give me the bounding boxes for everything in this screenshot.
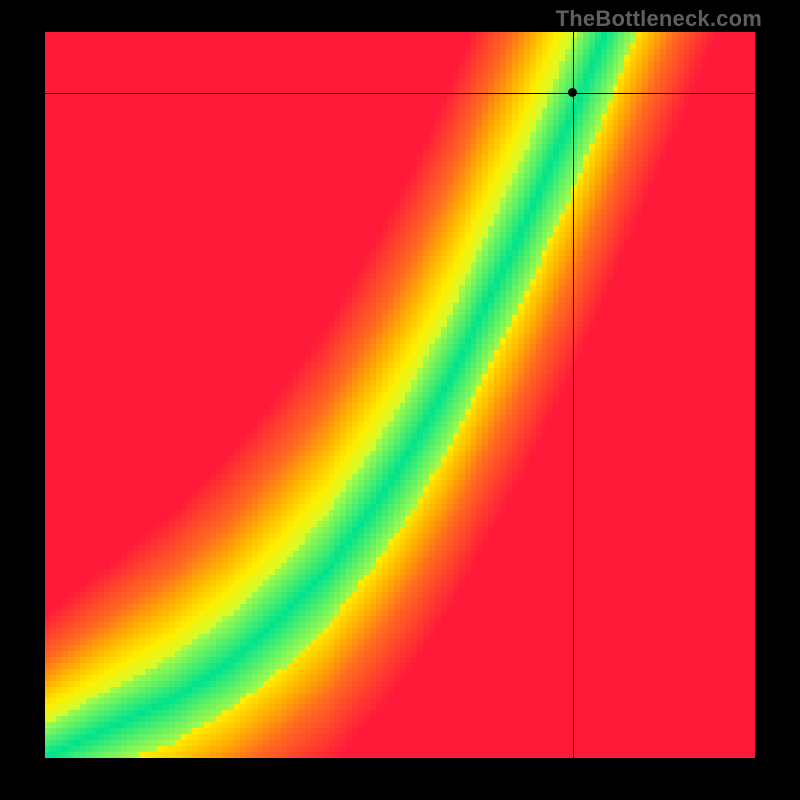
chart-stage: TheBottleneck.com <box>0 0 800 800</box>
crosshair-horizontal <box>45 93 755 94</box>
heatmap-plot <box>45 32 755 758</box>
heatmap-canvas <box>45 32 755 758</box>
crosshair-vertical <box>573 32 574 758</box>
watermark-text: TheBottleneck.com <box>556 6 762 32</box>
